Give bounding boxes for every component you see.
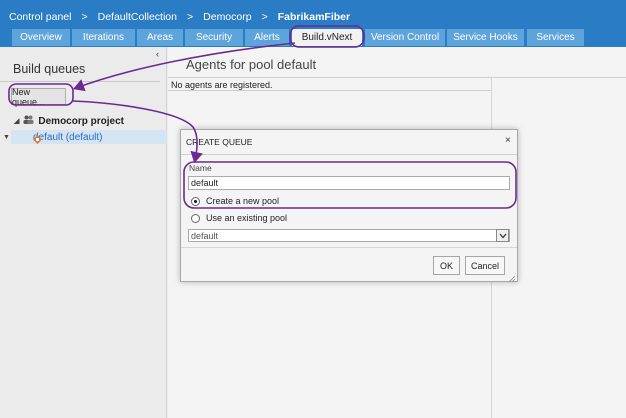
tab-service-hooks[interactable]: Service Hooks xyxy=(447,29,524,46)
use-existing-pool-option[interactable]: Use an existing pool xyxy=(191,213,287,223)
create-queue-dialog: CREATE QUEUE × Name Create a new pool Us… xyxy=(180,129,518,283)
main-divider xyxy=(168,77,626,78)
header-bar: Control panel > DefaultCollection > Demo… xyxy=(0,0,626,47)
breadcrumb-separator: > xyxy=(187,11,194,23)
expanded-triangle-icon[interactable]: ◢ xyxy=(14,117,19,125)
create-new-pool-label: Create a new pool xyxy=(206,196,280,206)
tab-version-control[interactable]: Version Control xyxy=(365,29,445,46)
pool-select[interactable]: default xyxy=(188,229,510,242)
queue-name-input[interactable] xyxy=(188,176,510,190)
tree-node-project[interactable]: ◢ Democorp project xyxy=(14,115,124,127)
tree-item-arrow-icon: ▼ xyxy=(3,134,10,141)
breadcrumb-separator: > xyxy=(261,11,268,23)
dialog-footer-divider xyxy=(181,247,517,248)
tab-alerts[interactable]: Alerts xyxy=(245,29,289,46)
breadcrumb-democorp[interactable]: Democorp xyxy=(203,11,251,23)
main-title: Agents for pool default xyxy=(186,57,317,72)
tab-services[interactable]: Services xyxy=(527,29,584,46)
left-pane-title: Build queues xyxy=(13,62,86,76)
create-new-pool-radio[interactable] xyxy=(191,196,200,206)
no-agents-message: No agents are registered. xyxy=(171,80,273,90)
tree-project-label: Democorp project xyxy=(38,115,124,127)
name-label: Name xyxy=(189,163,212,173)
tab-overview[interactable]: Overview xyxy=(12,29,70,46)
ok-button[interactable]: OK xyxy=(433,256,460,275)
tab-build-vnext[interactable]: Build.vNext xyxy=(292,29,362,46)
queue-icon xyxy=(33,133,42,144)
people-group-icon xyxy=(23,115,34,127)
collapse-pane-icon[interactable]: ‹ xyxy=(156,49,159,59)
breadcrumb-current-project[interactable]: FabrikamFiber xyxy=(278,11,350,23)
use-existing-pool-label: Use an existing pool xyxy=(206,213,288,223)
close-icon[interactable]: × xyxy=(505,135,511,146)
chevron-down-icon[interactable] xyxy=(496,229,509,242)
cancel-button[interactable]: Cancel xyxy=(465,256,505,275)
create-new-pool-option[interactable]: Create a new pool xyxy=(191,196,279,206)
tab-areas[interactable]: Areas xyxy=(137,29,183,46)
breadcrumb-control-panel[interactable]: Control panel xyxy=(9,11,71,23)
tab-security[interactable]: Security xyxy=(185,29,243,46)
resize-grip-icon[interactable] xyxy=(508,272,516,283)
agents-list-divider xyxy=(168,90,491,91)
use-existing-pool-radio[interactable] xyxy=(191,213,200,223)
tree-item-label: default (default) xyxy=(33,131,103,143)
left-pane-divider xyxy=(0,81,160,82)
pool-select-value: default xyxy=(191,230,219,241)
breadcrumb-collection[interactable]: DefaultCollection xyxy=(98,11,177,23)
breadcrumb: Control panel > DefaultCollection > Demo… xyxy=(9,10,350,24)
left-pane: ‹ Build queues New queue... ◢ Democorp p… xyxy=(0,47,167,418)
dialog-title: CREATE QUEUE xyxy=(186,137,253,147)
breadcrumb-separator: > xyxy=(81,11,88,23)
new-queue-button[interactable]: New queue... xyxy=(11,87,66,107)
tab-iterations[interactable]: Iterations xyxy=(72,29,135,46)
dialog-divider xyxy=(181,154,517,155)
